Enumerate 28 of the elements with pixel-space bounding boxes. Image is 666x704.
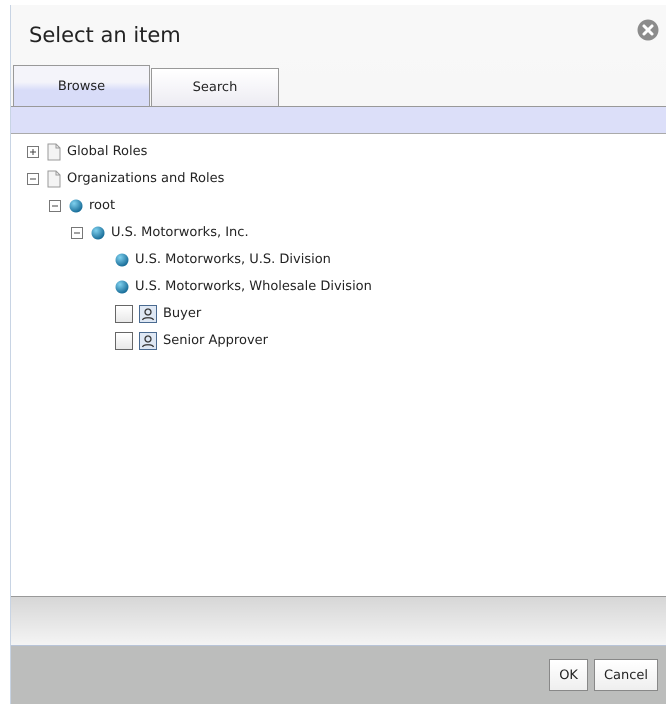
collapse-icon[interactable] [71, 226, 83, 238]
document-icon [47, 142, 61, 160]
tree-item[interactable]: Senior Approver [163, 333, 268, 348]
cancel-button[interactable]: Cancel [594, 659, 658, 691]
expand-icon[interactable] [27, 146, 39, 158]
checkbox[interactable] [115, 304, 133, 322]
collapse-icon[interactable] [27, 172, 39, 184]
sphere-icon [115, 252, 129, 266]
sphere-icon [91, 226, 105, 240]
collapse-icon[interactable] [49, 200, 61, 212]
checkbox[interactable] [115, 332, 133, 350]
person-icon [139, 332, 157, 350]
document-icon [47, 170, 61, 188]
sphere-icon [115, 280, 129, 294]
tree-item[interactable]: Global Roles [67, 144, 148, 159]
person-icon [139, 304, 157, 322]
sphere-icon [69, 198, 83, 212]
tab[interactable]: Browse [13, 65, 150, 106]
tree-item[interactable]: U.S. Motorworks, Wholesale Division [135, 279, 372, 294]
close-icon[interactable] [637, 19, 659, 41]
tree-item[interactable]: U.S. Motorworks, Inc. [111, 225, 249, 240]
tree-item[interactable]: U.S. Motorworks, U.S. Division [135, 252, 331, 267]
ok-button[interactable]: OK [549, 659, 588, 691]
dialog-title: Select an item [29, 23, 181, 47]
tree-item[interactable]: Buyer [163, 306, 202, 321]
tree-item[interactable]: root [89, 198, 116, 213]
tree-item[interactable]: Organizations and Roles [67, 171, 224, 186]
tab[interactable]: Search [151, 68, 279, 106]
